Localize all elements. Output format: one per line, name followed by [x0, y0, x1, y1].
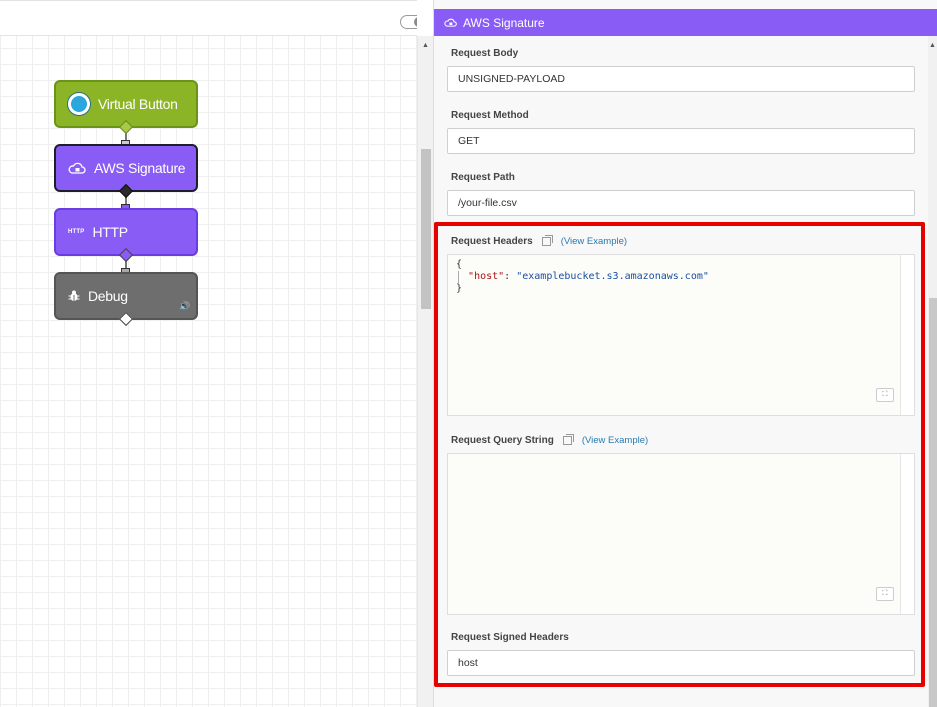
panel-title: AWS Signature: [463, 15, 545, 30]
panel-scrollbar[interactable]: ▲: [928, 36, 937, 707]
highlight-box: [434, 222, 925, 687]
request-method-label: Request Method: [451, 110, 529, 121]
node-label: HTTP: [92, 224, 128, 240]
scrollbar-thumb[interactable]: [929, 298, 937, 707]
panel-header: AWS Signature: [434, 9, 937, 36]
request-body-input[interactable]: UNSIGNED-PAYLOAD: [447, 66, 915, 92]
request-method-input[interactable]: GET: [447, 128, 915, 154]
node-label: Virtual Button: [98, 96, 178, 112]
bug-icon: [68, 290, 80, 301]
scroll-up-icon[interactable]: ▲: [929, 42, 936, 49]
speaker-icon[interactable]: 🔊: [179, 301, 190, 312]
request-path-input[interactable]: /your-file.csv: [447, 190, 915, 216]
request-path-label: Request Path: [451, 172, 515, 183]
cloud-lock-icon: [68, 162, 86, 174]
workflow-canvas[interactable]: Virtual Button AWS Signature HTTP HTTP D…: [0, 0, 417, 707]
http-icon: HTTP: [68, 229, 85, 235]
toggle-knob: [414, 17, 417, 27]
request-body-label: Request Body: [451, 48, 519, 59]
cloud-lock-icon: [444, 18, 457, 27]
canvas-toolbar: [0, 0, 417, 36]
scrollbar-thumb[interactable]: [421, 149, 431, 309]
canvas-scrollbar[interactable]: ▲: [417, 36, 433, 707]
node-label: AWS Signature: [94, 160, 186, 176]
node-label: Debug: [88, 288, 128, 304]
scroll-up-icon[interactable]: ▲: [422, 42, 429, 49]
virtual-button-icon: [68, 93, 90, 115]
canvas-toggle[interactable]: [400, 15, 417, 29]
